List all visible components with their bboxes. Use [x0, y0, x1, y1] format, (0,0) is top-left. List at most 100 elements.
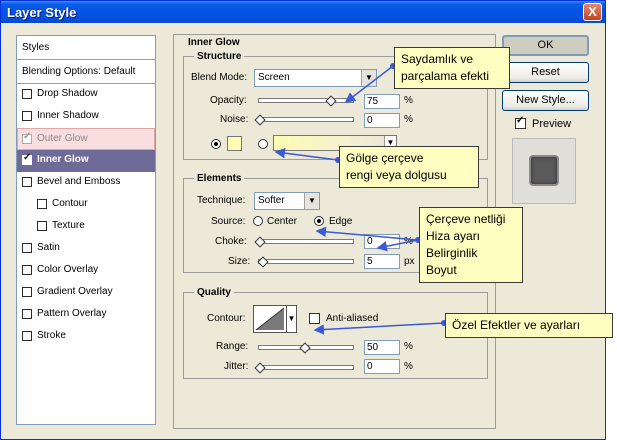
- style-item-inner-shadow[interactable]: Inner Shadow: [17, 106, 155, 128]
- chevron-down-icon[interactable]: ▼: [304, 193, 319, 209]
- style-item-label: Inner Glow: [37, 154, 89, 165]
- preview-swatch: [529, 155, 559, 186]
- preview-label: Preview: [532, 118, 572, 130]
- choke-label: Choke:: [215, 236, 247, 247]
- structure-title: Structure: [194, 51, 245, 62]
- contour-checkbox[interactable]: [37, 199, 47, 209]
- size-input[interactable]: 5: [364, 254, 400, 269]
- size-label: Size:: [228, 256, 251, 267]
- color-overlay-checkbox[interactable]: [22, 265, 32, 275]
- style-item-stroke[interactable]: Stroke: [17, 326, 155, 348]
- technique-label: Technique:: [197, 195, 246, 206]
- technique-select[interactable]: Softer ▼: [254, 192, 320, 210]
- preview-checkbox[interactable]: ✓: [515, 115, 526, 129]
- style-item-satin[interactable]: Satin: [17, 238, 155, 260]
- blend-mode-value: Screen: [258, 72, 290, 83]
- jitter-slider[interactable]: [258, 365, 354, 370]
- pattern-overlay-checkbox[interactable]: [22, 309, 32, 319]
- style-item-gradient-overlay[interactable]: Gradient Overlay: [17, 282, 155, 304]
- preview-thumbnail: [512, 138, 576, 204]
- styles-list: Styles Blending Options: Default Drop Sh…: [16, 35, 156, 425]
- style-item-label: Gradient Overlay: [37, 286, 113, 297]
- window-title: Layer Style: [7, 5, 77, 20]
- stroke-checkbox[interactable]: [22, 331, 32, 341]
- glow-color-swatch[interactable]: [227, 136, 242, 151]
- style-item-label: Pattern Overlay: [37, 308, 107, 319]
- jitter-input[interactable]: 0: [364, 359, 400, 374]
- style-item-pattern-overlay[interactable]: Pattern Overlay: [17, 304, 155, 326]
- bevel-emboss-checkbox[interactable]: [22, 177, 32, 187]
- blend-mode-label: Blend Mode:: [191, 72, 248, 83]
- source-center-label: Center: [267, 216, 298, 227]
- choke-slider[interactable]: [258, 239, 354, 244]
- texture-checkbox[interactable]: [37, 221, 47, 231]
- range-label: Range:: [216, 341, 249, 352]
- ok-button[interactable]: OK: [502, 35, 589, 56]
- gradient-overlay-checkbox[interactable]: [22, 287, 32, 297]
- inner-shadow-checkbox[interactable]: [22, 111, 32, 121]
- blend-mode-select[interactable]: Screen ▼: [254, 69, 377, 87]
- style-item-label: Texture: [52, 220, 85, 231]
- style-item-color-overlay[interactable]: Color Overlay: [17, 260, 155, 282]
- blending-options-item[interactable]: Blending Options: Default: [17, 60, 155, 84]
- source-edge-radio[interactable]: [314, 216, 324, 226]
- reset-button[interactable]: Reset: [502, 62, 589, 83]
- callout-edge-settings: Çerçeve netliği Hiza ayarı Belirginlik B…: [419, 207, 523, 283]
- checkmark-icon: ✓: [516, 115, 525, 126]
- style-item-label: Inner Shadow: [37, 110, 99, 121]
- jitter-label: Jitter:: [224, 361, 249, 372]
- elements-title: Elements: [194, 173, 245, 184]
- size-slider[interactable]: [258, 259, 354, 264]
- style-item-label: Bevel and Emboss: [37, 176, 121, 187]
- opacity-slider[interactable]: [258, 98, 354, 103]
- noise-slider[interactable]: [258, 117, 354, 122]
- inner-glow-checkbox[interactable]: [22, 152, 32, 165]
- chevron-down-icon[interactable]: ▼: [361, 70, 376, 86]
- contour-preview[interactable]: [253, 305, 287, 333]
- callout-transparency: Saydamlık ve parçalama efekti: [394, 47, 510, 89]
- title-bar[interactable]: Layer Style X: [1, 1, 605, 23]
- style-item-inner-glow[interactable]: Inner Glow: [17, 150, 155, 172]
- new-style-button[interactable]: New Style...: [502, 90, 589, 111]
- solid-color-radio[interactable]: [211, 139, 221, 149]
- quality-title: Quality: [194, 287, 234, 298]
- callout-special-effects: Özel Efektler ve ayarları: [445, 313, 613, 338]
- style-item-label: Outer Glow: [37, 133, 88, 144]
- style-item-contour[interactable]: Contour: [17, 194, 155, 216]
- style-item-bevel-emboss[interactable]: Bevel and Emboss: [17, 172, 155, 194]
- style-item-drop-shadow[interactable]: Drop Shadow: [17, 84, 155, 106]
- range-input[interactable]: 50: [364, 340, 400, 355]
- noise-input[interactable]: 0: [364, 113, 400, 128]
- chevron-down-icon[interactable]: ▼: [286, 305, 297, 333]
- style-item-label: Contour: [52, 198, 88, 209]
- px-unit: px: [404, 256, 415, 267]
- source-edge-label: Edge: [329, 216, 353, 227]
- inner-glow-title: Inner Glow: [185, 37, 243, 48]
- source-center-radio[interactable]: [253, 216, 263, 226]
- style-item-label: Stroke: [37, 330, 66, 341]
- style-item-texture[interactable]: Texture: [17, 216, 155, 238]
- noise-label: Noise:: [220, 114, 249, 125]
- callout-glow-color: Gölge çerçeve rengi veya dolgusu: [339, 146, 479, 188]
- contour-label: Contour:: [207, 313, 246, 324]
- choke-input[interactable]: 0: [364, 234, 400, 249]
- opacity-input[interactable]: 75: [364, 94, 400, 109]
- anti-aliased-checkbox[interactable]: [309, 313, 320, 324]
- percent-unit: %: [404, 341, 413, 352]
- styles-header[interactable]: Styles: [17, 36, 155, 60]
- percent-unit: %: [404, 236, 413, 247]
- anti-aliased-label: Anti-aliased: [326, 313, 379, 324]
- style-item-label: Color Overlay: [37, 264, 99, 275]
- outer-glow-checkbox[interactable]: [22, 131, 32, 144]
- gradient-radio[interactable]: [258, 139, 268, 149]
- close-button[interactable]: X: [583, 3, 602, 21]
- source-label: Source:: [211, 216, 246, 227]
- percent-unit: %: [404, 114, 413, 125]
- drop-shadow-checkbox[interactable]: [22, 89, 32, 99]
- style-item-outer-glow[interactable]: Outer Glow: [17, 128, 155, 150]
- satin-checkbox[interactable]: [22, 243, 32, 253]
- opacity-label: Opacity:: [210, 95, 247, 106]
- percent-unit: %: [404, 361, 413, 372]
- style-item-label: Drop Shadow: [37, 88, 98, 99]
- technique-value: Softer: [258, 195, 285, 206]
